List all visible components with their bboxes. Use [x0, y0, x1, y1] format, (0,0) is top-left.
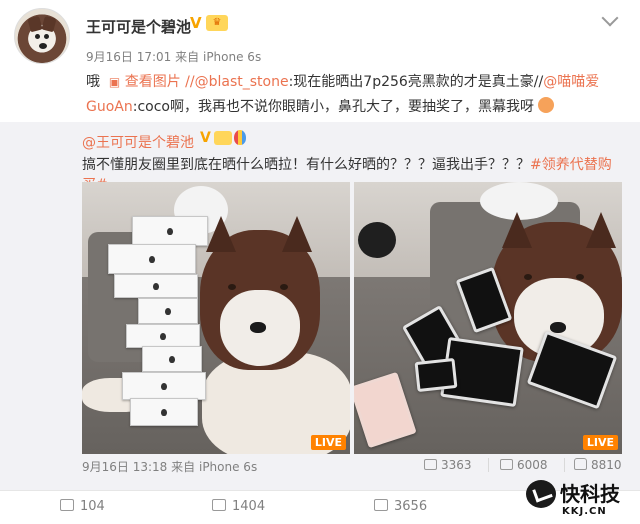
photo-dog-phones[interactable]: LIVE — [354, 182, 622, 454]
photo-dog-boxes[interactable]: LIVE — [82, 182, 350, 454]
verified-icon: V — [190, 14, 202, 32]
post-body-2: :coco啊，我再也不说你眼睛小，鼻孔大了，要抽奖了，黑幕我呀 — [132, 99, 534, 115]
image-link-icon: ▣ — [108, 75, 121, 89]
view-image-link[interactable]: 查看图片 — [125, 74, 181, 90]
live-badge: LIVE — [582, 435, 618, 450]
iphone-box — [122, 372, 206, 400]
iphone-box — [130, 398, 198, 426]
comment-icon — [500, 459, 513, 470]
repost-source: iPhone 6s — [198, 460, 258, 474]
member-crown-icon[interactable]: ♛ — [206, 15, 228, 31]
chevron-down-icon[interactable] — [601, 9, 619, 27]
repost-icon — [424, 459, 437, 470]
iphone — [414, 357, 458, 393]
iphone-box — [142, 346, 202, 372]
watermark: 快科技 KKJ.CN — [526, 476, 636, 522]
weibo-card: 王可可是个碧池 V ♛ 9月16日 17:01 来自 iPhone 6s 哦 ▣… — [0, 0, 640, 524]
source-prefix: 来自 — [171, 460, 196, 474]
like-button[interactable]: 3656 — [374, 499, 427, 514]
emoji-icon — [538, 97, 555, 113]
repost-button[interactable]: 104 — [60, 499, 105, 514]
iphone-box — [126, 324, 200, 348]
source-prefix: 来自 — [175, 50, 200, 64]
post-source: iPhone 6s — [202, 50, 262, 64]
verified-icon: V — [200, 130, 211, 146]
balloon-icon[interactable] — [234, 130, 246, 145]
post-intro: 哦 — [86, 74, 100, 90]
comment-count[interactable]: 6008 — [500, 458, 548, 472]
iphone-box — [114, 274, 198, 298]
repost-count[interactable]: 3363 — [424, 458, 472, 472]
live-badge: LIVE — [310, 435, 346, 450]
repost-meta: 9月16日 13:18 来自 iPhone 6s — [82, 458, 257, 475]
username[interactable]: 王可可是个碧池 — [86, 16, 191, 37]
mention-link[interactable]: //@blast_stone — [185, 74, 288, 90]
avatar[interactable] — [14, 8, 70, 64]
post-text: 哦 ▣ 查看图片 //@blast_stone:现在能晒出7p256亮黑款的才是… — [86, 70, 606, 120]
member-crown-icon[interactable] — [214, 131, 232, 145]
post-time[interactable]: 9月16日 17:01 — [86, 50, 171, 64]
watermark-name: 快科技 — [560, 482, 620, 506]
comment-button[interactable]: 1404 — [212, 499, 265, 514]
like-count[interactable]: 8810 — [574, 458, 622, 472]
post-meta: 9月16日 17:01 来自 iPhone 6s — [86, 48, 261, 65]
iphone-box — [108, 244, 196, 274]
iphone-box — [138, 298, 198, 324]
thumbs-up-icon — [574, 458, 587, 470]
kkj-logo-icon — [526, 480, 556, 508]
iphone-box — [132, 216, 208, 246]
repost-body: 搞不懂朋友圈里到底在晒什么晒拉！有什么好晒的？？？逼我出手？？？ — [82, 157, 530, 173]
repost-author[interactable]: @王可可是个碧池 — [82, 132, 194, 152]
thumbs-up-icon — [374, 499, 388, 511]
watermark-url: KKJ.CN — [562, 506, 607, 517]
repost-icon — [60, 499, 74, 511]
post-body-1: :现在能晒出7p256亮黑款的才是真土豪// — [288, 74, 544, 90]
panda-toy — [358, 222, 396, 258]
repost-time[interactable]: 9月16日 13:18 — [82, 460, 167, 474]
comment-icon — [212, 499, 226, 511]
